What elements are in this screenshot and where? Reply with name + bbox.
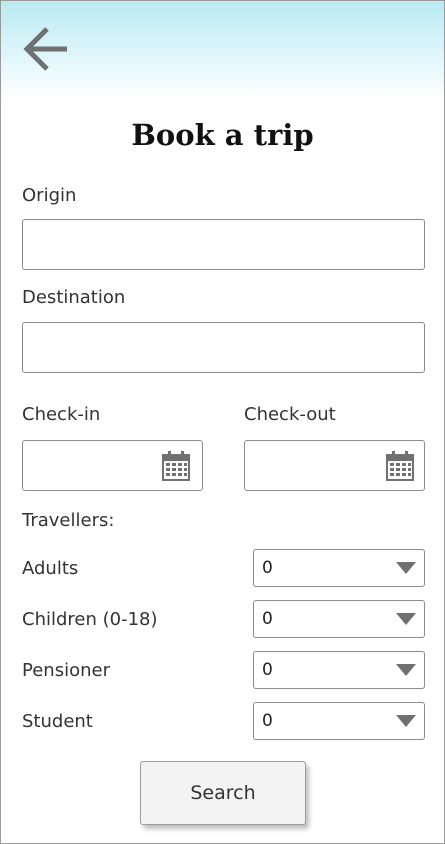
children-value: 0 xyxy=(262,609,273,629)
adults-select[interactable]: 0 xyxy=(253,549,425,587)
children-label: Children (0-18) xyxy=(22,609,158,630)
chevron-down-icon xyxy=(396,715,416,727)
booking-screen: Book a trip Origin Destination Check-in … xyxy=(0,0,445,844)
origin-label: Origin xyxy=(22,185,77,206)
student-label: Student xyxy=(22,711,93,732)
origin-input[interactable] xyxy=(22,219,425,270)
pensioner-select[interactable]: 0 xyxy=(253,651,425,689)
checkin-label: Check-in xyxy=(22,404,101,425)
back-arrow-icon[interactable] xyxy=(21,23,73,75)
page-title: Book a trip xyxy=(131,118,314,152)
chevron-down-icon xyxy=(396,664,416,676)
pensioner-value: 0 xyxy=(262,660,273,680)
adults-value: 0 xyxy=(262,558,273,578)
destination-label: Destination xyxy=(22,287,126,308)
student-select[interactable]: 0 xyxy=(253,702,425,740)
calendar-icon[interactable] xyxy=(162,451,190,481)
travellers-heading: Travellers: xyxy=(22,510,115,531)
pensioner-label: Pensioner xyxy=(22,660,110,681)
checkout-label: Check-out xyxy=(244,404,336,425)
calendar-icon[interactable] xyxy=(386,451,414,481)
children-select[interactable]: 0 xyxy=(253,600,425,638)
chevron-down-icon xyxy=(396,613,416,625)
search-button[interactable]: Search xyxy=(140,761,306,825)
student-value: 0 xyxy=(262,711,273,731)
chevron-down-icon xyxy=(396,562,416,574)
adults-label: Adults xyxy=(22,558,79,579)
destination-input[interactable] xyxy=(22,322,425,373)
